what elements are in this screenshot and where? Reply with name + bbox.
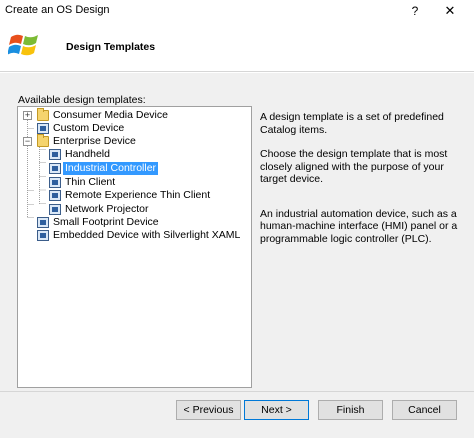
page-heading: Design Templates xyxy=(66,41,156,53)
tree-item-embedded-device-silverlight[interactable]: Embedded Device with Silverlight XAML xyxy=(22,229,247,242)
description-selected-template: An industrial automation device, such as… xyxy=(260,207,458,245)
cancel-button[interactable]: Cancel xyxy=(392,400,457,420)
folder-icon xyxy=(37,134,49,147)
folder-icon xyxy=(37,108,49,121)
windows-logo-icon xyxy=(8,34,38,56)
template-description: A design template is a set of predefined… xyxy=(260,111,460,257)
wizard-header: Design Templates xyxy=(0,22,474,72)
finish-button[interactable]: Finish xyxy=(318,400,383,420)
description-instruction: Choose the design template that is most … xyxy=(260,148,448,185)
tree-item-label: Consumer Media Device xyxy=(53,109,168,121)
tree-item-label: Embedded Device with Silverlight XAML xyxy=(53,229,241,241)
tree-item-label: Custom Device xyxy=(53,122,125,134)
tree-item-label: Network Projector xyxy=(65,203,149,215)
device-icon xyxy=(49,177,61,188)
tree-item-small-footprint-device[interactable]: Small Footprint Device xyxy=(22,216,247,229)
device-icon xyxy=(49,149,61,160)
description-intro: A design template is a set of predefined… xyxy=(260,111,444,136)
device-icon xyxy=(49,190,61,201)
title-bar: Create an OS Design ? ✕ xyxy=(0,0,474,22)
tree-item-handheld[interactable]: Handheld xyxy=(34,148,247,161)
tree-item-custom-device[interactable]: Custom Device xyxy=(22,122,247,135)
tree-item-label: Thin Client xyxy=(65,176,116,188)
tree-item-label: Industrial Controller xyxy=(63,162,159,175)
device-icon xyxy=(49,204,61,215)
tree-item-consumer-media-device[interactable]: + Consumer Media Device xyxy=(22,108,247,122)
next-button[interactable]: Next > xyxy=(244,400,309,420)
tree-item-industrial-controller[interactable]: Industrial Controller xyxy=(34,162,247,175)
help-button[interactable]: ? xyxy=(405,2,425,20)
close-button[interactable]: ✕ xyxy=(436,2,464,20)
expand-icon[interactable]: + xyxy=(23,111,32,120)
collapse-icon[interactable]: − xyxy=(23,137,32,146)
tree-item-label: Handheld xyxy=(65,148,110,160)
tree-item-remote-experience-thin-client[interactable]: Remote Experience Thin Client xyxy=(34,189,247,202)
templates-label: Available design templates: xyxy=(18,94,146,106)
device-icon xyxy=(37,217,49,228)
device-icon xyxy=(37,230,49,241)
templates-tree[interactable]: + Consumer Media Device Custom Device − … xyxy=(17,106,252,388)
device-icon xyxy=(37,123,49,134)
device-icon xyxy=(49,163,61,174)
wizard-content: Available design templates: + Consumer M… xyxy=(0,73,474,438)
footer-divider xyxy=(0,391,474,392)
tree-item-label: Small Footprint Device xyxy=(53,216,159,228)
previous-button[interactable]: < Previous xyxy=(176,400,241,420)
window-title: Create an OS Design xyxy=(5,4,110,16)
tree-item-thin-client[interactable]: Thin Client xyxy=(34,176,247,189)
tree-item-network-projector[interactable]: Network Projector xyxy=(34,203,247,216)
tree-item-enterprise-device[interactable]: − Enterprise Device xyxy=(22,134,247,148)
tree-item-label: Enterprise Device xyxy=(53,135,136,147)
tree-item-label: Remote Experience Thin Client xyxy=(65,189,211,201)
